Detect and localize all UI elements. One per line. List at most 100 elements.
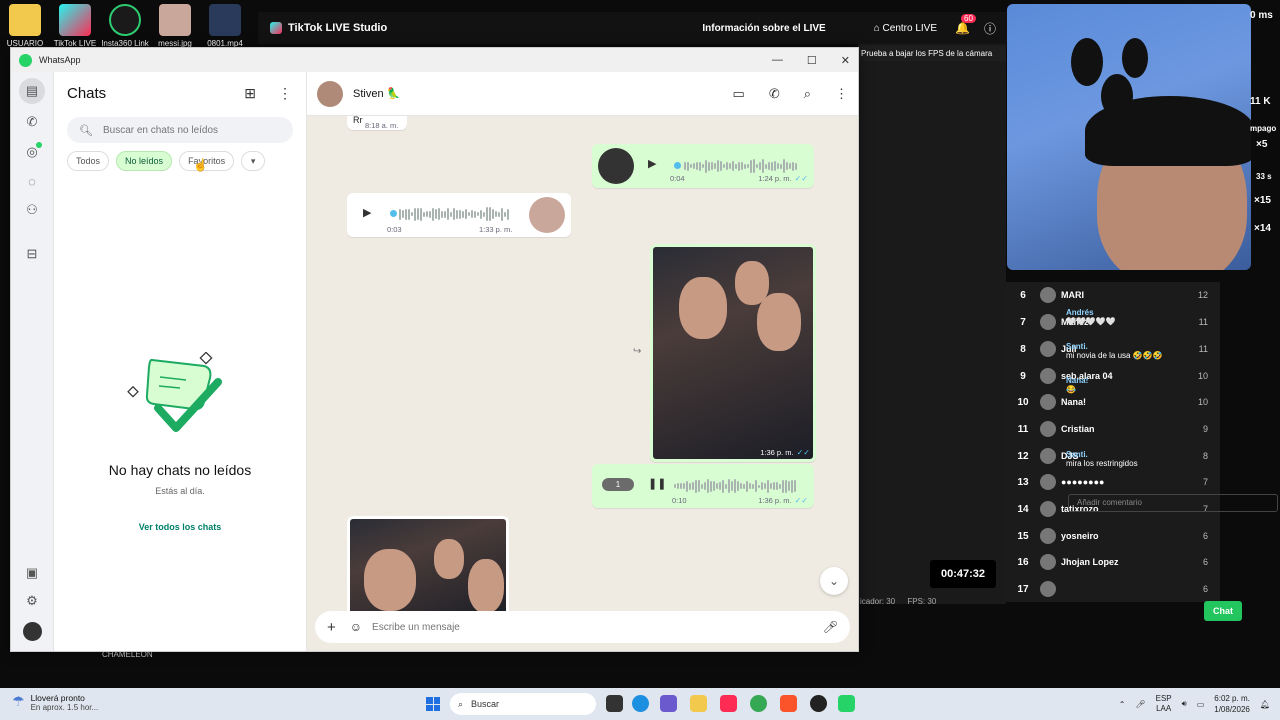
comment-input[interactable]: Añadir comentario bbox=[1068, 494, 1278, 512]
chevron-down-icon[interactable]: ▾ bbox=[241, 151, 266, 171]
edge-icon[interactable] bbox=[632, 695, 649, 712]
microphone-icon[interactable]: 🎤︎ bbox=[823, 620, 838, 634]
live-info-link[interactable]: Información sobre el LIVE bbox=[702, 23, 825, 34]
help-icon[interactable]: ⓘ bbox=[984, 20, 996, 37]
brave-icon[interactable] bbox=[780, 695, 797, 712]
taskbar: ☂ Lloverá pronto En aprox. 1.5 hor... ⌕ … bbox=[0, 688, 1280, 720]
scroll-down-button[interactable]: ⌄ bbox=[820, 567, 848, 595]
play-icon[interactable]: ▶ bbox=[648, 157, 656, 170]
rank: 6 bbox=[1020, 289, 1026, 301]
empty-title: No hay chats no leídos bbox=[108, 462, 252, 478]
communities-icon[interactable]: ⚇ bbox=[24, 202, 40, 218]
weather-widget[interactable]: ☂ Lloverá pronto En aprox. 1.5 hor... bbox=[12, 693, 98, 712]
maximize-button[interactable]: ☐ bbox=[807, 54, 817, 67]
leaderboard-row[interactable]: 11 Cristian 9 bbox=[1006, 416, 1216, 442]
desktop-icon-tiktok-live[interactable]: TikTok LIVE bbox=[50, 0, 100, 48]
play-icon[interactable]: ▶ bbox=[363, 206, 371, 219]
search-icon[interactable]: ⌕ bbox=[804, 86, 811, 102]
leaderboard-row[interactable]: 6 MARI 12 bbox=[1006, 282, 1216, 308]
search-input[interactable] bbox=[102, 124, 281, 136]
whatsapp-window: WhatsApp — ☐ ✕ ▤ ✆ ◎ ◌ ⚇ ⊟ ▣ ⚙ Chats ⊞ ⋮ bbox=[10, 47, 859, 652]
desktop-icon-insta360[interactable]: Insta360 Link bbox=[100, 0, 150, 48]
chevron-up-icon[interactable]: ⌃ bbox=[1119, 700, 1126, 709]
pause-icon[interactable]: ❚❚ bbox=[648, 477, 666, 490]
chat-list-header: Chats ⊞ ⋮ bbox=[67, 85, 292, 102]
calls-icon[interactable]: ✆ bbox=[24, 114, 40, 130]
media-icon[interactable]: ▣ bbox=[24, 565, 40, 581]
minimize-button[interactable]: — bbox=[772, 54, 783, 67]
voice-waveform[interactable] bbox=[399, 207, 511, 221]
desktop-icon-video-mp4[interactable]: 0801.mp4 bbox=[200, 0, 250, 48]
new-chat-icon[interactable]: ⊞ bbox=[244, 85, 256, 102]
leaderboard-row[interactable]: 16 Jhojan Lopez 6 bbox=[1006, 549, 1216, 575]
chat-button[interactable]: Chat bbox=[1204, 601, 1242, 621]
obs-icon[interactable] bbox=[810, 695, 827, 712]
playback-position-dot[interactable] bbox=[674, 162, 681, 169]
archive-icon[interactable]: ⊟ bbox=[24, 246, 40, 262]
chat-search[interactable]: 🔍︎ bbox=[67, 117, 293, 143]
contact-avatar[interactable] bbox=[317, 80, 343, 107]
profile-avatar[interactable] bbox=[23, 622, 42, 641]
bell-icon[interactable]: 🔔 60 bbox=[955, 14, 976, 35]
chats-icon[interactable]: ▤ bbox=[19, 78, 45, 104]
mouse-cursor-icon: ☝ bbox=[193, 158, 208, 172]
voice-waveform[interactable] bbox=[684, 159, 799, 173]
playback-speed-button[interactable]: 1 bbox=[602, 478, 634, 491]
window-titlebar: WhatsApp — ☐ ✕ bbox=[11, 48, 858, 72]
video-call-icon[interactable]: ▭ bbox=[733, 86, 745, 102]
forward-icon[interactable]: ↪ bbox=[633, 346, 641, 357]
tiktok-studio-header: TikTok LIVE Studio Información sobre el … bbox=[258, 12, 1008, 44]
system-tray: ⌃ 🎤︎ ESP LAA 🔊︎ ▭ 6:02 p. m. 1/08/2026 🔔… bbox=[1119, 693, 1270, 715]
attach-plus-icon[interactable]: + bbox=[327, 619, 336, 636]
leaderboard-row[interactable]: 9 seb.alara 04 10 bbox=[1006, 363, 1216, 389]
copilot-icon[interactable] bbox=[660, 695, 677, 712]
voice-waveform[interactable] bbox=[674, 479, 799, 493]
view-all-chats-link[interactable]: Ver todos los chats bbox=[54, 522, 306, 532]
taskbar-search[interactable]: ⌕ Buscar bbox=[450, 693, 596, 715]
language-indicator[interactable]: ESP LAA bbox=[1156, 694, 1172, 714]
status-icon[interactable]: ◎ bbox=[24, 142, 42, 160]
shared-photo[interactable] bbox=[350, 519, 506, 619]
comment-text: mi novia de la usa 🤣🤣🤣 bbox=[1066, 351, 1163, 360]
comment: Santi. mi novia de la usa 🤣🤣🤣 bbox=[1066, 342, 1163, 360]
windows-start-icon[interactable] bbox=[426, 697, 440, 711]
desktop-icon-usuario[interactable]: USUARIO bbox=[0, 0, 50, 48]
leaderboard-row[interactable]: 13 ●●●●●●●● 7 bbox=[1006, 469, 1216, 495]
tiktok-icon bbox=[59, 4, 91, 36]
menu-icon[interactable]: ⋮ bbox=[835, 86, 848, 102]
contact-name[interactable]: Stiven 🦜 bbox=[353, 87, 400, 100]
centro-live-link[interactable]: ⌂ Centro LIVE bbox=[874, 23, 937, 34]
menu-icon[interactable]: ⋮ bbox=[278, 85, 292, 102]
tiktok-icon[interactable] bbox=[720, 695, 737, 712]
task-view-icon[interactable] bbox=[606, 695, 623, 712]
fps-warning: Prueba a bajar los FPS de la cámara bbox=[858, 46, 1006, 61]
leaderboard-row[interactable]: 15 yosneiro 6 bbox=[1006, 523, 1216, 549]
gift-timer: 33 s bbox=[1256, 172, 1272, 181]
whatsapp-icon[interactable] bbox=[838, 695, 855, 712]
leaderboard-row[interactable]: 17 6 bbox=[1006, 576, 1216, 602]
battery-icon[interactable]: ▭ bbox=[1197, 700, 1205, 709]
file-explorer-icon[interactable] bbox=[690, 695, 707, 712]
filter-todos[interactable]: Todos bbox=[67, 151, 110, 171]
gear-icon[interactable]: ⚙ bbox=[24, 593, 40, 609]
message-input[interactable] bbox=[372, 621, 823, 633]
notifications-bell-icon[interactable]: 🔔︎ bbox=[1260, 700, 1270, 709]
desktop-icon-messi-jpg[interactable]: messi.jpg bbox=[150, 0, 200, 48]
volume-icon[interactable]: 🔊︎ bbox=[1182, 699, 1187, 709]
avatar bbox=[1040, 368, 1056, 384]
emoji-icon[interactable]: ☺ bbox=[350, 620, 362, 634]
clock[interactable]: 6:02 p. m. 1/08/2026 bbox=[1214, 693, 1250, 715]
microphone-icon[interactable]: 🎤︎ bbox=[1135, 700, 1145, 709]
clock-date: 1/08/2026 bbox=[1214, 705, 1250, 714]
channels-icon[interactable]: ◌ bbox=[24, 173, 40, 189]
chrome-icon[interactable] bbox=[750, 695, 767, 712]
voice-message-out: ▶ 0:04 1:24 p. m. ✓✓ bbox=[592, 144, 814, 188]
close-button[interactable]: ✕ bbox=[841, 54, 850, 67]
filter-no-leidos[interactable]: No leídos bbox=[116, 151, 173, 171]
shared-photo[interactable] bbox=[653, 247, 813, 459]
playback-position-dot[interactable] bbox=[390, 210, 397, 217]
score: 9 bbox=[1202, 424, 1208, 434]
voice-call-icon[interactable]: ✆ bbox=[769, 86, 780, 102]
leaderboard-row[interactable]: 10 Nana! 10 bbox=[1006, 389, 1216, 415]
centro-live-label: Centro LIVE bbox=[882, 22, 938, 34]
